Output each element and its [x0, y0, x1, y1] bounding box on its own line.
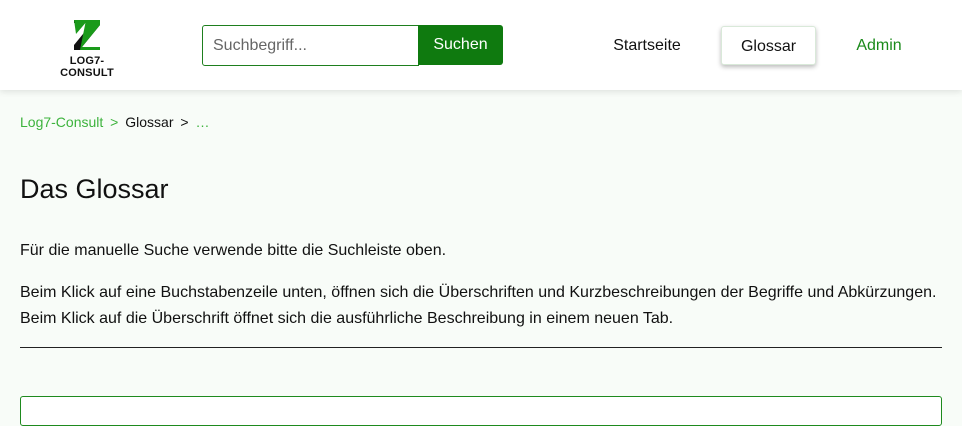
letter-row-accordion[interactable] [20, 396, 942, 426]
breadcrumb-separator: > [180, 114, 189, 130]
breadcrumb-home-link[interactable]: Log7-Consult [20, 114, 103, 130]
site-header: LOG7-CONSULT Suchen Startseite Glossar A… [0, 0, 962, 90]
breadcrumb-current: Glossar [125, 114, 174, 130]
nav-startseite[interactable]: Startseite [598, 26, 696, 65]
instruction-line: Beim Klick auf eine Buchstabenzeile unte… [20, 284, 937, 301]
search-input[interactable] [202, 25, 419, 66]
instruction-text: Beim Klick auf eine Buchstabenzeile unte… [20, 280, 936, 332]
breadcrumb-separator: > [110, 114, 119, 130]
breadcrumb-ellipsis[interactable]: … [195, 114, 209, 130]
nav-glossar[interactable]: Glossar [721, 26, 816, 65]
site-logo[interactable]: LOG7-CONSULT [45, 18, 129, 79]
search-button[interactable]: Suchen [418, 25, 503, 65]
divider [20, 347, 942, 348]
logo-text: LOG7-CONSULT [60, 55, 114, 79]
breadcrumb: Log7-Consult > Glossar > … [20, 114, 209, 130]
page-title: Das Glossar [20, 174, 169, 204]
instruction-line: Beim Klick auf die Überschrift öffnet si… [20, 310, 674, 327]
nav-admin[interactable]: Admin [842, 26, 916, 65]
log7-z-logo-icon [74, 20, 100, 50]
intro-text: Für die manuelle Suche verwende bitte di… [20, 242, 447, 259]
